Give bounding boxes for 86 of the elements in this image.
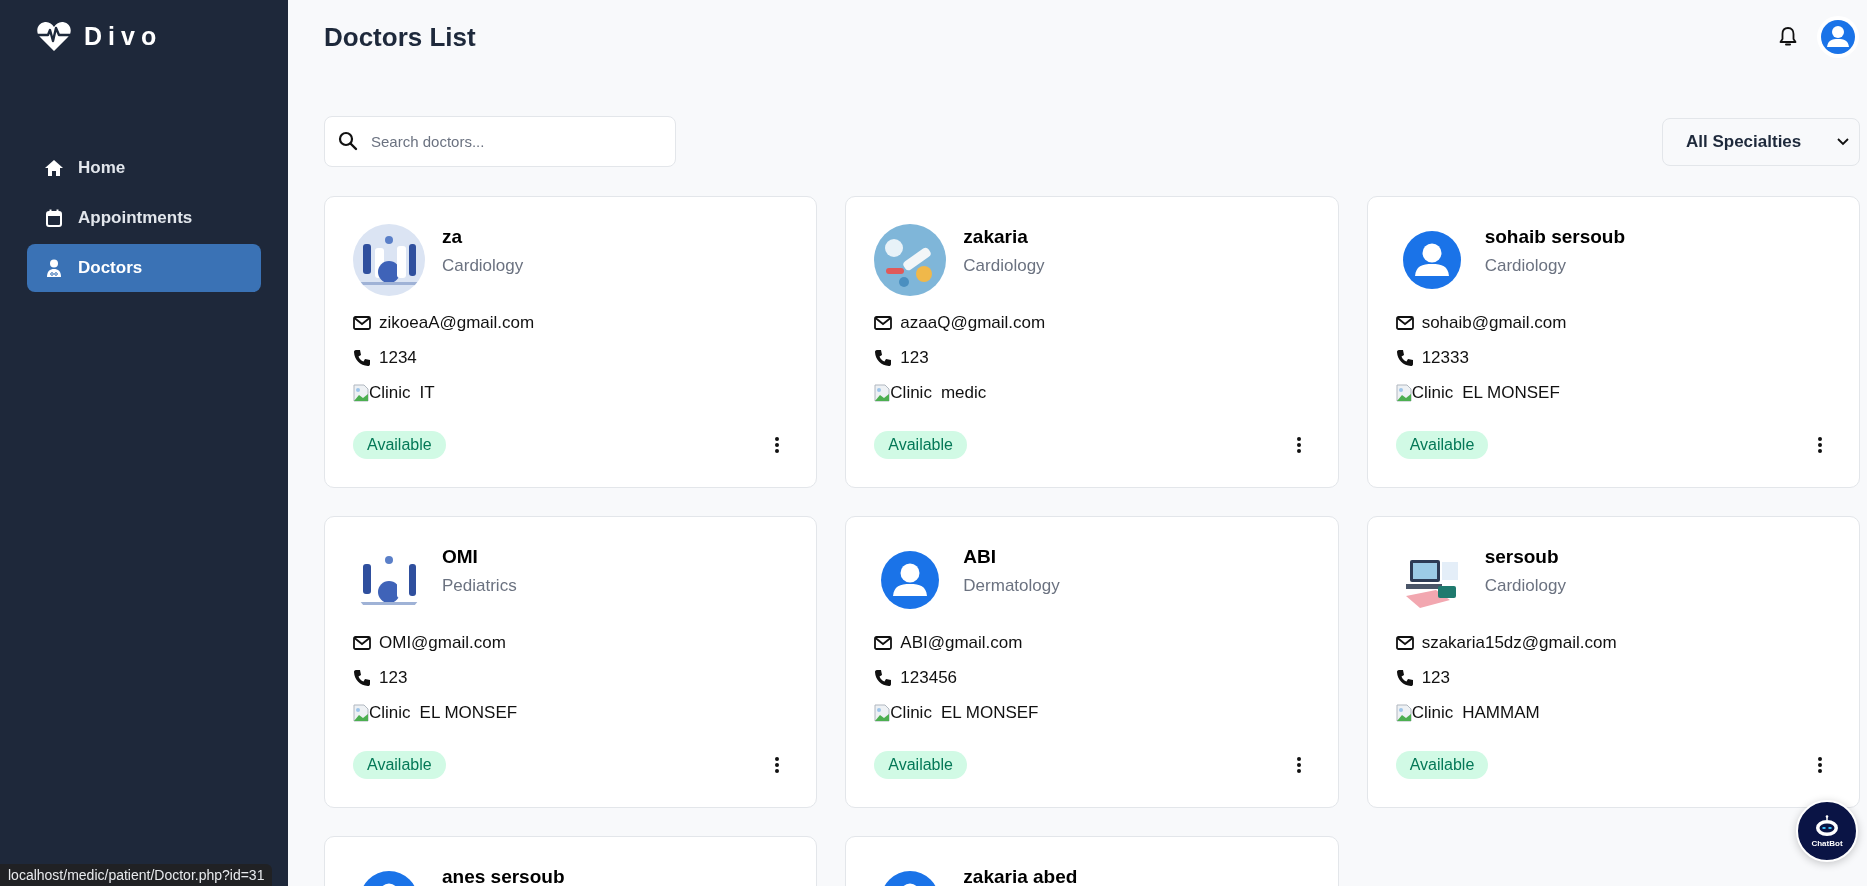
- sidebar-item[interactable]: Home: [27, 144, 261, 192]
- clinic-name: EL MONSEF: [419, 702, 518, 723]
- broken-image-icon: [1395, 383, 1412, 402]
- doctor-email: sohaib@gmail.com: [1421, 312, 1567, 333]
- sidebar-item[interactable]: Appointments: [27, 194, 261, 242]
- more-options-icon[interactable]: [1817, 436, 1823, 454]
- broken-image-icon: [874, 383, 891, 402]
- doctor-name: ABI: [963, 547, 998, 566]
- chatbot-button[interactable]: ChatBot: [1796, 800, 1858, 862]
- broken-image-icon: [874, 703, 891, 722]
- more-options-icon[interactable]: [1817, 756, 1823, 774]
- status-bar-url: localhost/medic/patient/Doctor.php?id=31: [0, 864, 273, 886]
- phone-icon: [874, 668, 893, 687]
- status-badge: Available: [1395, 751, 1489, 779]
- doctor-icon: [44, 258, 64, 278]
- envelope-icon: [1395, 315, 1414, 330]
- clinic-alt-text: Clinic: [369, 702, 411, 723]
- doctor-email: azaaQ@gmail.com: [900, 312, 1046, 333]
- clinic-alt-text: Clinic: [1411, 702, 1454, 723]
- status-badge: Available: [874, 431, 967, 459]
- page-title: Doctors List: [324, 21, 476, 53]
- doctor-phone: 123456: [900, 667, 958, 688]
- broken-image-icon: [353, 703, 369, 722]
- doctor-name: sersoub: [1484, 547, 1560, 566]
- phone-icon: [353, 668, 371, 687]
- doctor-phone: 12333: [1421, 347, 1469, 368]
- clinic-name: EL MONSEF: [1462, 382, 1560, 403]
- doctor-specialty: Cardiology: [1484, 576, 1566, 596]
- doctor-name: za: [442, 227, 464, 246]
- brand-name: Divo: [84, 21, 163, 51]
- status-badge: Available: [353, 431, 446, 459]
- doctor-specialty: Dermatology: [963, 576, 1060, 596]
- doctor-specialty: Cardiology: [1484, 256, 1567, 276]
- calendar-icon: [44, 208, 64, 228]
- clinic-name: HAMMAM: [1462, 702, 1540, 723]
- clinic-alt-text: Clinic: [369, 382, 411, 403]
- robot-icon: [1815, 814, 1839, 837]
- clinic-name: EL MONSEF: [940, 702, 1039, 723]
- doctor-name: anes sersoub: [442, 867, 565, 886]
- clinic-alt-text: Clinic: [890, 702, 932, 723]
- more-options-icon[interactable]: [1295, 436, 1302, 454]
- phone-icon: [874, 348, 893, 367]
- doctor-specialty: Cardiology: [963, 256, 1045, 276]
- more-options-icon[interactable]: [774, 436, 781, 454]
- doctor-phone: 123: [1421, 667, 1451, 688]
- home-icon: [44, 158, 64, 178]
- doctor-email: szakaria15dz@gmail.com: [1421, 632, 1617, 653]
- chevron-down-icon: [1837, 137, 1849, 146]
- status-badge: Available: [1395, 431, 1489, 459]
- clinic-name: medic: [940, 382, 987, 403]
- doctor-email: OMI@gmail.com: [379, 632, 506, 653]
- envelope-icon: [874, 315, 893, 330]
- sidebar-item[interactable]: Doctors: [27, 244, 261, 292]
- doctor-name: zakaria: [963, 227, 1029, 246]
- doctor-phone: 1234: [379, 347, 417, 368]
- user-avatar-icon[interactable]: [1816, 15, 1860, 59]
- status-badge: Available: [874, 751, 967, 779]
- clinic-name: IT: [419, 382, 435, 403]
- doctor-specialty: Pediatrics: [442, 576, 517, 596]
- doctor-email: zikoeaA@gmail.com: [379, 312, 535, 333]
- specialty-dropdown[interactable]: All Specialties: [1662, 117, 1860, 166]
- doctor-name: zakaria abed: [963, 867, 1078, 886]
- doctor-phone: 123: [900, 347, 929, 368]
- doctor-specialty: Cardiology: [442, 256, 524, 276]
- doctor-name: OMI: [442, 547, 479, 566]
- search-field[interactable]: Search doctors...: [324, 116, 676, 167]
- phone-icon: [353, 348, 371, 367]
- broken-image-icon: [353, 383, 369, 402]
- envelope-icon: [353, 635, 371, 650]
- envelope-icon: [874, 635, 893, 650]
- more-options-icon[interactable]: [1295, 756, 1302, 774]
- bell-icon[interactable]: [1778, 26, 1798, 48]
- phone-icon: [1395, 348, 1414, 367]
- clinic-alt-text: Clinic: [1411, 382, 1454, 403]
- heart-pulse-icon: [36, 20, 72, 52]
- more-options-icon[interactable]: [774, 756, 781, 774]
- doctor-phone: 123: [379, 667, 408, 688]
- phone-icon: [1395, 668, 1414, 687]
- clinic-alt-text: Clinic: [890, 382, 932, 403]
- envelope-icon: [353, 315, 371, 330]
- search-icon: [338, 131, 358, 151]
- doctor-name: sohaib sersoub: [1484, 227, 1626, 246]
- broken-image-icon: [1395, 703, 1412, 722]
- status-badge: Available: [353, 751, 446, 779]
- doctor-email: ABI@gmail.com: [900, 632, 1023, 653]
- envelope-icon: [1395, 635, 1414, 650]
